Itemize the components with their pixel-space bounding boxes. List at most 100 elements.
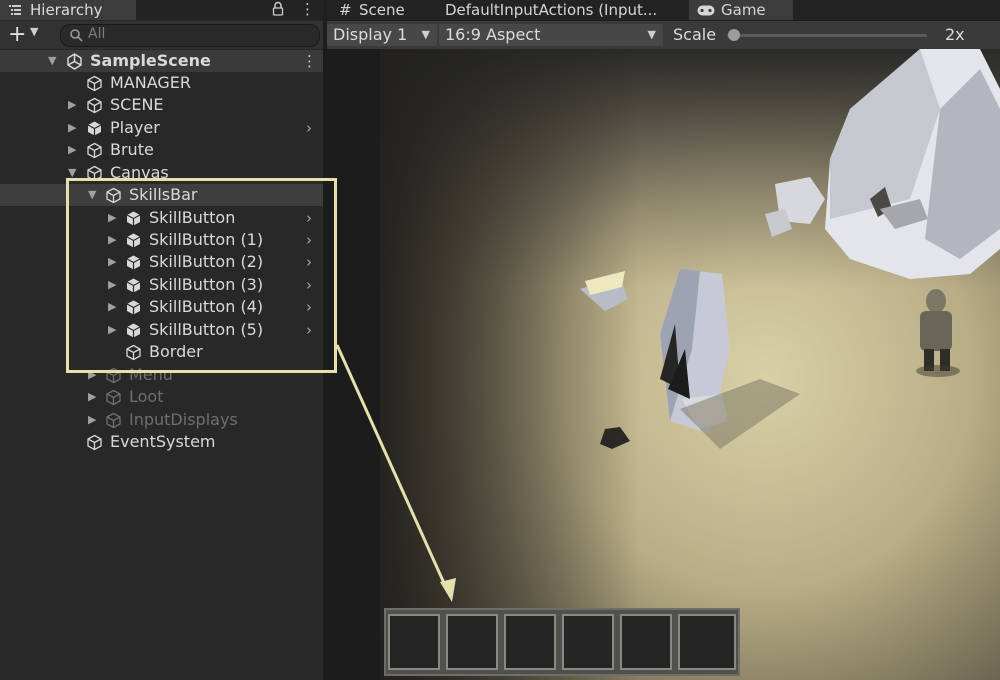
prefab-cube-icon: [126, 255, 141, 270]
display-dropdown[interactable]: Display 1 ▼: [327, 24, 437, 46]
skill-slot-2[interactable]: [446, 614, 498, 670]
unity-editor-window: Hierarchy ⋮ + ▼ All ▼ SampleScene ⋮ MANA…: [0, 0, 1000, 680]
prefab-cube-icon: [126, 211, 141, 226]
collapsed-arrow-icon[interactable]: ▶: [108, 319, 116, 341]
tree-row-label: Canvas: [110, 163, 169, 182]
tree-row-border[interactable]: Border: [0, 341, 323, 363]
tree-row-eventsystem[interactable]: EventSystem: [0, 431, 323, 453]
collapsed-arrow-icon[interactable]: ▶: [88, 364, 96, 386]
scale-slider-thumb[interactable]: [728, 29, 740, 41]
skill-slot-1[interactable]: [388, 614, 440, 670]
open-prefab-chevron-icon[interactable]: ›: [306, 296, 312, 318]
tab-scene[interactable]: # Scene: [337, 0, 433, 20]
prefab-cube-icon: [87, 121, 102, 136]
open-prefab-chevron-icon[interactable]: ›: [306, 319, 312, 341]
hierarchy-list-icon: [9, 5, 21, 15]
game-view-letterbox: [323, 49, 380, 680]
tree-row-scene[interactable]: ▶ SCENE: [0, 94, 323, 116]
expanded-arrow-icon[interactable]: ▼: [48, 50, 56, 72]
tree-row-manager[interactable]: MANAGER: [0, 72, 323, 94]
hierarchy-menu-kebab-icon[interactable]: ⋮: [300, 0, 315, 18]
tree-row-samplescene[interactable]: ▼ SampleScene ⋮: [0, 50, 323, 72]
tree-row-skillbutton-4[interactable]: ▶ SkillButton (4) ›: [0, 296, 323, 318]
open-prefab-chevron-icon[interactable]: ›: [306, 207, 312, 229]
tree-row-canvas[interactable]: ▼ Canvas: [0, 162, 323, 184]
tree-row-label: SkillsBar: [129, 185, 198, 204]
open-prefab-chevron-icon[interactable]: ›: [306, 229, 312, 251]
scale-slider-track[interactable]: [727, 34, 927, 37]
tab-scene-label: Scene: [359, 1, 405, 19]
tree-row-skillbutton-1[interactable]: ▶ SkillButton (1) ›: [0, 229, 323, 251]
tree-row-label: SkillButton (3): [149, 275, 264, 294]
collapsed-arrow-icon[interactable]: ▶: [108, 274, 116, 296]
add-dropdown-caret-icon[interactable]: ▼: [30, 25, 38, 38]
hierarchy-tab-bar: Hierarchy ⋮: [0, 0, 323, 20]
tree-row-skillbutton-3[interactable]: ▶ SkillButton (3) ›: [0, 274, 323, 296]
search-icon: [70, 29, 83, 42]
tree-row-skillsbar[interactable]: ▼ SkillsBar: [0, 184, 323, 206]
tab-game-label: Game: [721, 1, 766, 19]
tree-row-brute[interactable]: ▶ Brute: [0, 139, 323, 161]
open-prefab-chevron-icon[interactable]: ›: [306, 117, 312, 139]
expanded-arrow-icon[interactable]: ▼: [68, 162, 76, 184]
tree-row-label: Loot: [129, 387, 164, 406]
hierarchy-search-field[interactable]: All: [60, 24, 320, 47]
scene-menu-kebab-icon[interactable]: ⋮: [302, 50, 317, 72]
skill-slot-6[interactable]: [678, 614, 736, 670]
skill-slot-4[interactable]: [562, 614, 614, 670]
tree-row-player[interactable]: ▶ Player ›: [0, 117, 323, 139]
tab-game[interactable]: Game: [689, 0, 793, 20]
prefab-cube-icon: [126, 278, 141, 293]
skill-slot-3[interactable]: [504, 614, 556, 670]
tree-row-skillbutton[interactable]: ▶ SkillButton ›: [0, 207, 323, 229]
tree-row-loot[interactable]: ▶ Loot: [0, 386, 323, 408]
gameobject-cube-icon: [126, 344, 141, 361]
gameobject-cube-icon: [106, 412, 121, 429]
collapsed-arrow-icon[interactable]: ▶: [88, 386, 96, 408]
scale-value: 2x: [945, 25, 965, 44]
game-toolbar: Display 1 ▼ 16:9 Aspect ▼ Scale 2x: [327, 21, 1000, 49]
skills-bar-hud: [384, 608, 740, 676]
lock-icon[interactable]: [272, 1, 284, 20]
collapsed-arrow-icon[interactable]: ▶: [68, 139, 76, 161]
aspect-dropdown[interactable]: 16:9 Aspect ▼: [439, 24, 663, 46]
tree-row-skillbutton-5[interactable]: ▶ SkillButton (5) ›: [0, 319, 323, 341]
tree-row-label: SkillButton (1): [149, 230, 264, 249]
grid-hash-icon: #: [339, 1, 352, 19]
gameobject-cube-icon: [106, 389, 121, 406]
open-prefab-chevron-icon[interactable]: ›: [306, 274, 312, 296]
tree-row-label: MANAGER: [110, 73, 192, 92]
prefab-cube-icon: [126, 323, 141, 338]
tree-row-label: EventSystem: [110, 432, 216, 451]
tab-input-actions[interactable]: DefaultInputActions (Input...: [439, 0, 679, 20]
tree-row-label: SampleScene: [90, 51, 211, 70]
dropdown-caret-icon: ▼: [421, 28, 430, 41]
gameobject-cube-icon: [87, 142, 102, 159]
gameobject-cube-icon: [87, 165, 102, 182]
tab-input-actions-label: DefaultInputActions (Input...: [445, 1, 658, 19]
open-prefab-chevron-icon[interactable]: ›: [306, 251, 312, 273]
expanded-arrow-icon[interactable]: ▼: [88, 184, 96, 206]
game-viewport[interactable]: [380, 49, 1000, 680]
collapsed-arrow-icon[interactable]: ▶: [68, 94, 76, 116]
tab-hierarchy[interactable]: Hierarchy: [0, 0, 136, 20]
add-object-button[interactable]: +: [8, 23, 26, 47]
collapsed-arrow-icon[interactable]: ▶: [108, 251, 116, 273]
collapsed-arrow-icon[interactable]: ▶: [108, 296, 116, 318]
tree-row-label: Menu: [129, 365, 173, 384]
collapsed-arrow-icon[interactable]: ▶: [88, 409, 96, 431]
skill-slot-5[interactable]: [620, 614, 672, 670]
tree-row-menu[interactable]: ▶ Menu: [0, 364, 323, 386]
tree-row-skillbutton-2[interactable]: ▶ SkillButton (2) ›: [0, 251, 323, 273]
hierarchy-tab-label: Hierarchy: [30, 1, 103, 19]
gameobject-cube-icon: [87, 97, 102, 114]
collapsed-arrow-icon[interactable]: ▶: [108, 207, 116, 229]
prefab-cube-icon: [126, 233, 141, 248]
collapsed-arrow-icon[interactable]: ▶: [108, 229, 116, 251]
collapsed-arrow-icon[interactable]: ▶: [68, 117, 76, 139]
tree-row-label: SCENE: [110, 95, 164, 114]
tree-row-label: Brute: [110, 140, 154, 159]
tree-row-inputdisplays[interactable]: ▶ InputDisplays: [0, 409, 323, 431]
gameobject-cube-icon: [106, 367, 121, 384]
tree-row-label: SkillButton (5): [149, 320, 264, 339]
